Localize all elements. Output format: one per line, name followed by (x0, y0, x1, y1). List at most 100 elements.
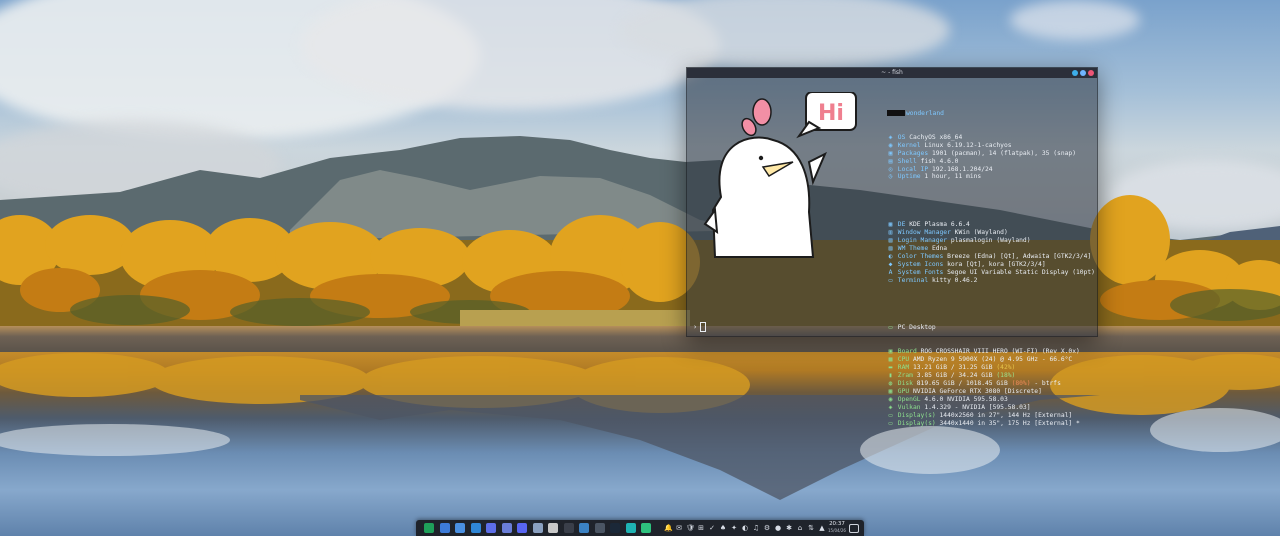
tray-icon[interactable]: ⌂ (796, 523, 804, 533)
info-value: plasmalogin (Wayland) (950, 237, 1031, 244)
info-key: System Fonts (897, 268, 944, 276)
close-button[interactable] (1088, 70, 1094, 76)
terminal-content[interactable]: Hi wonderland ◈ OS CachyOS x86_64 ◉ Kerne… (687, 78, 1097, 427)
show-desktop-icon[interactable] (849, 524, 859, 533)
overview-icon[interactable] (439, 523, 450, 533)
taskbar[interactable]: 🔔 ✉ 🛡 ⊞ ✓ ♠ ✦ ◐ ♫ ⚙ ● ✱ ⌂ ⇅ ▲ (416, 520, 864, 536)
info-value: CachyOS x86_64 (909, 133, 963, 141)
app-icon-9[interactable] (548, 523, 558, 533)
info-key: System Icons (897, 260, 944, 268)
opengl-icon: ◉ (888, 395, 893, 403)
info-row: ◍ Disk 819.65 GiB / 1018.45 GiB (80%) - … (887, 380, 1095, 388)
app-icon-6[interactable] (501, 523, 512, 533)
info-value: 3.85 GiB / 34.24 GiB (916, 372, 993, 380)
discord-icon[interactable] (517, 523, 527, 533)
info-row: ◷ Uptime 1 hour, 11 mins (887, 173, 1095, 181)
cachyos-launcher-icon[interactable] (424, 523, 434, 533)
info-row: ◎ Local IP 192.168.1.204/24 (887, 166, 1095, 174)
gpu-icon: ▦ (888, 387, 893, 395)
minimize-button[interactable] (1072, 70, 1078, 76)
steam-icon[interactable] (610, 523, 620, 533)
usage-percent: (18%) (996, 372, 1016, 380)
info-value: Edna (931, 244, 948, 252)
info-row: ◉ Kernel Linux 6.19.12-1-cachyos (887, 142, 1095, 150)
tray-icon[interactable]: ♠ (719, 523, 727, 533)
info-row: ▨ WM Theme Edna (887, 245, 1095, 253)
app-icon-15[interactable] (641, 523, 651, 533)
app-icon-12[interactable] (594, 523, 605, 533)
info-value: 3440x1440 in 35", 175 Hz [External] * (939, 419, 1080, 427)
maximize-button[interactable] (1080, 70, 1086, 76)
app-icon-8[interactable] (532, 523, 543, 533)
info-row: ◉ OpenGL 4.6.0 NVIDIA 595.58.03 (887, 396, 1095, 404)
info-row: ◈ OS CachyOS x86_64 (887, 134, 1095, 142)
tray-icon[interactable]: ✓ (708, 523, 716, 533)
disk-icon: ◍ (888, 379, 893, 387)
tray-icon[interactable]: ✉ (675, 523, 683, 533)
tray-icon[interactable]: 🔔 (664, 523, 673, 533)
tray-icon[interactable]: ⇅ (807, 523, 815, 533)
browser-icon[interactable] (470, 523, 481, 533)
tray-icon[interactable]: ● (774, 523, 782, 533)
file-manager-icon[interactable] (455, 523, 465, 533)
info-key: Color Themes (897, 252, 944, 260)
text-editor-icon[interactable] (486, 523, 496, 533)
shell-icon: ▤ (888, 157, 893, 165)
info-key: Disk (897, 379, 913, 387)
info-key: Uptime (897, 173, 921, 181)
info-key: CPU (897, 356, 910, 364)
desktop-pc-icon: ▭ (888, 324, 893, 332)
prompt-symbol: › (693, 323, 698, 331)
display-icon: ▭ (888, 411, 893, 419)
de-icon: ▦ (888, 221, 893, 229)
info-value: KWin (Wayland) (954, 229, 1008, 237)
info-row: ▥ Window Manager KWin (Wayland) (887, 229, 1095, 237)
info-key: Packages (897, 149, 929, 157)
info-value: 819.65 GiB / 1018.45 GiB (916, 379, 1008, 387)
vulkan-icon: ◈ (888, 403, 893, 411)
zram-icon: ▮ (888, 372, 893, 380)
window-titlebar[interactable]: ~ - fish (687, 68, 1097, 78)
info-key: Board (897, 348, 917, 356)
ram-icon: ▬ (888, 364, 893, 372)
tray-icon[interactable]: ◐ (741, 523, 749, 533)
wm-icon: ▥ (888, 229, 893, 237)
tray-icon[interactable]: ✦ (730, 523, 738, 533)
info-row: ▩ CPU AMD Ryzen 9 5900X (24) @ 4.95 GHz … (887, 356, 1095, 364)
info-key: Window Manager (897, 229, 951, 237)
filesystem-type: - btrfs (1030, 379, 1061, 387)
app-icon-14[interactable] (625, 523, 636, 533)
info-value: kitty 0.46.2 (931, 276, 978, 284)
font-icon: A (888, 268, 893, 276)
tray-icon[interactable]: 🛡 (686, 523, 695, 533)
network-icon: ◎ (888, 165, 893, 173)
info-value: 13.21 GiB / 31.25 GiB (912, 364, 993, 372)
hardware-title: ▭ PC Desktop (888, 324, 936, 332)
tray-icon[interactable]: ♫ (752, 523, 760, 533)
tray-icon[interactable]: ✱ (785, 523, 793, 533)
speech-bubble-text: Hi (818, 101, 844, 126)
info-value: 1.4.329 - NVIDIA [595.58.03] (924, 403, 1031, 411)
info-row: ▦ GPU NVIDIA GeForce RTX 3080 [Discrete] (887, 388, 1095, 396)
board-icon: ▣ (888, 348, 893, 356)
info-row: ▦ DE KDE Plasma 6.6.4 (887, 221, 1095, 229)
app-icon-11[interactable] (579, 523, 589, 533)
shell-prompt[interactable]: › (693, 322, 707, 332)
user-host-line: wonderland (887, 109, 1095, 118)
icons-icon: ◆ (888, 260, 893, 268)
terminal-app-icon[interactable] (563, 523, 574, 533)
window-title: ~ - fish (881, 69, 903, 76)
clock[interactable]: 20:37 15/04/26 (826, 521, 848, 533)
tray-icon[interactable]: ⊞ (697, 523, 705, 533)
usage-percent: (42%) (996, 364, 1016, 372)
tray-icon[interactable]: ▲ (818, 523, 826, 533)
clock-icon: ◷ (888, 173, 893, 181)
clock-time: 20:37 (829, 521, 845, 527)
tray-icon[interactable]: ⚙ (763, 523, 771, 533)
usage-percent: (80%) (1011, 379, 1031, 387)
info-value: 1440x2560 in 27", 144 Hz [External] (939, 411, 1073, 419)
clock-date: 15/04/26 (828, 528, 846, 533)
terminal-window[interactable]: ~ - fish Hi wonderland ◈ OS CachyOS x86_… (686, 67, 1098, 427)
info-key: WM Theme (897, 244, 929, 252)
info-key: Vulkan (897, 403, 921, 411)
